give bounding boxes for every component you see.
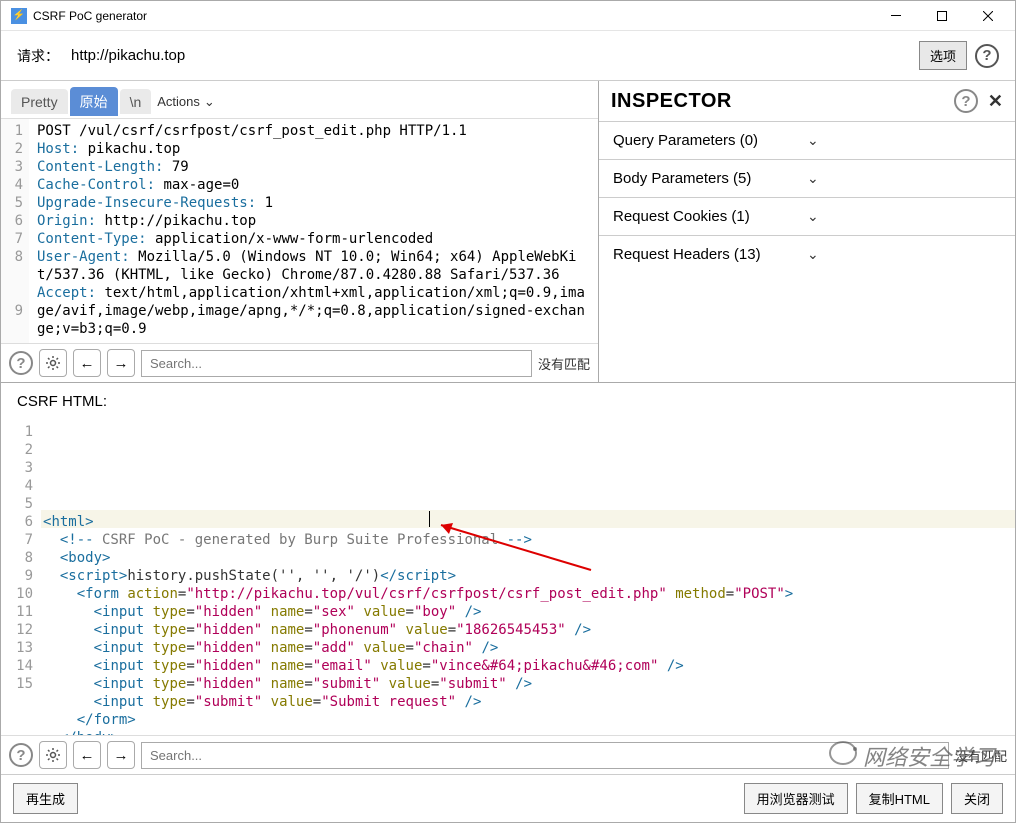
line-gutter: 123456789101112131415 [1, 420, 41, 735]
help-icon[interactable]: ? [975, 44, 999, 68]
gear-icon[interactable] [39, 741, 67, 769]
close-button[interactable] [965, 2, 1011, 30]
help-icon[interactable]: ? [954, 89, 978, 113]
request-url: http://pikachu.top [71, 47, 919, 64]
editor-tabbar: Pretty 原始 \n Actions ⌄ [1, 81, 598, 118]
options-button[interactable]: 选项 [919, 41, 967, 70]
text-cursor [429, 511, 430, 527]
chevron-down-icon: ⌄ [807, 132, 1001, 149]
tab-newline[interactable]: \n [120, 89, 152, 114]
request-label: 请求： [17, 46, 59, 66]
chevron-down-icon: ⌄ [807, 208, 1001, 225]
request-panel: Pretty 原始 \n Actions ⌄ 123456789 POST /v… [1, 81, 599, 382]
regenerate-button[interactable]: 再生成 [13, 783, 78, 814]
previous-match-button[interactable]: ← [73, 349, 101, 377]
previous-match-button[interactable]: ← [73, 741, 101, 769]
minimize-button[interactable] [873, 2, 919, 30]
help-icon[interactable]: ? [9, 351, 33, 375]
app-icon: ⚡ [11, 8, 27, 24]
gear-icon[interactable] [39, 349, 67, 377]
no-match-label: 没有匹配 [955, 746, 1007, 765]
request-bar: 请求： http://pikachu.top 选项 ? [1, 31, 1015, 80]
next-match-button[interactable]: → [107, 741, 135, 769]
inspector-section[interactable]: Request Cookies (1)⌄ [599, 197, 1015, 235]
help-icon[interactable]: ? [9, 743, 33, 767]
search-input[interactable] [141, 350, 532, 377]
maximize-button[interactable] [919, 2, 965, 30]
close-icon[interactable]: ✕ [988, 91, 1003, 112]
csrf-html-label: CSRF HTML: [1, 383, 1015, 420]
chevron-down-icon: ⌄ [204, 94, 215, 110]
titlebar: ⚡ CSRF PoC generator [1, 1, 1015, 31]
search-input[interactable] [141, 742, 949, 769]
inspector-panel: INSPECTOR ? ✕ Query Parameters (0)⌄Body … [599, 81, 1015, 382]
close-button[interactable]: 关闭 [951, 783, 1003, 814]
dialog-footer: 再生成 用浏览器测试 复制HTML 关闭 网络安全学习 [1, 774, 1015, 822]
chevron-down-icon: ⌄ [807, 170, 1001, 187]
inspector-section[interactable]: Request Headers (13)⌄ [599, 235, 1015, 273]
inspector-section[interactable]: Body Parameters (5)⌄ [599, 159, 1015, 197]
test-in-browser-button[interactable]: 用浏览器测试 [744, 783, 848, 814]
actions-dropdown[interactable]: Actions ⌄ [157, 94, 215, 110]
raw-request-editor[interactable]: 123456789 POST /vul/csrf/csrfpost/csrf_p… [1, 118, 598, 343]
csrf-html-editor[interactable]: 123456789101112131415 <html> <!-- CSRF P… [1, 420, 1015, 735]
actions-label: Actions [157, 94, 200, 109]
request-footer: ? ← → 没有匹配 [1, 343, 598, 382]
chevron-down-icon: ⌄ [807, 246, 1001, 263]
window-title: CSRF PoC generator [33, 9, 873, 23]
no-match-label: 没有匹配 [538, 354, 590, 373]
tab-raw[interactable]: 原始 [70, 87, 118, 116]
inspector-title: INSPECTOR [611, 90, 954, 113]
inspector-section[interactable]: Query Parameters (0)⌄ [599, 121, 1015, 159]
line-gutter: 123456789 [1, 119, 29, 343]
copy-html-button[interactable]: 复制HTML [856, 783, 943, 814]
tab-pretty[interactable]: Pretty [11, 89, 68, 114]
next-match-button[interactable]: → [107, 349, 135, 377]
html-footer: ? ← → 没有匹配 [1, 735, 1015, 774]
